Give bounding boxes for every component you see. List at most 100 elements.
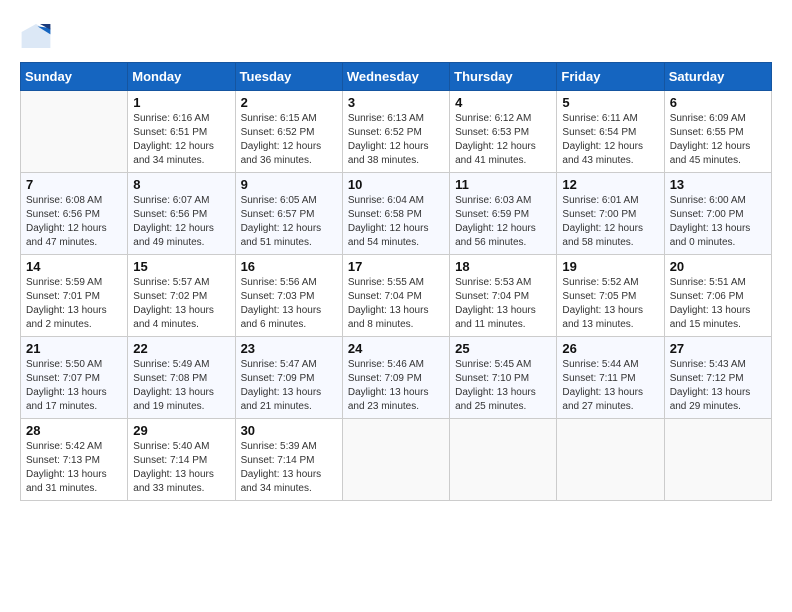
day-number: 14 <box>26 259 122 274</box>
calendar-day-cell: 21 Sunrise: 5:50 AM Sunset: 7:07 PM Dayli… <box>21 337 128 419</box>
day-number: 1 <box>133 95 229 110</box>
calendar-table: SundayMondayTuesdayWednesdayThursdayFrid… <box>20 62 772 501</box>
day-info: Sunrise: 5:53 AM Sunset: 7:04 PM Dayligh… <box>455 276 551 332</box>
day-number: 28 <box>26 423 122 438</box>
day-number: 3 <box>348 95 444 110</box>
day-number: 30 <box>241 423 337 438</box>
calendar-day-cell: 26 Sunrise: 5:44 AM Sunset: 7:11 PM Dayli… <box>557 337 664 419</box>
day-info: Sunrise: 5:57 AM Sunset: 7:02 PM Dayligh… <box>133 276 229 332</box>
day-number: 26 <box>562 341 658 356</box>
weekday-header: Tuesday <box>235 63 342 91</box>
day-number: 17 <box>348 259 444 274</box>
calendar-day-cell <box>21 91 128 173</box>
day-number: 22 <box>133 341 229 356</box>
calendar-day-cell: 22 Sunrise: 5:49 AM Sunset: 7:08 PM Dayli… <box>128 337 235 419</box>
day-number: 6 <box>670 95 766 110</box>
day-number: 23 <box>241 341 337 356</box>
day-info: Sunrise: 5:52 AM Sunset: 7:05 PM Dayligh… <box>562 276 658 332</box>
day-number: 15 <box>133 259 229 274</box>
calendar-day-cell: 4Sunrise: 6:12 AM Sunset: 6:53 PM Daylig… <box>450 91 557 173</box>
day-number: 9 <box>241 177 337 192</box>
page-header <box>20 20 772 52</box>
calendar-header-row: SundayMondayTuesdayWednesdayThursdayFrid… <box>21 63 772 91</box>
day-info: Sunrise: 5:40 AM Sunset: 7:14 PM Dayligh… <box>133 440 229 496</box>
day-info: Sunrise: 5:59 AM Sunset: 7:01 PM Dayligh… <box>26 276 122 332</box>
day-number: 24 <box>348 341 444 356</box>
day-number: 27 <box>670 341 766 356</box>
day-info: Sunrise: 6:16 AM Sunset: 6:51 PM Dayligh… <box>133 112 229 168</box>
calendar-day-cell: 5 Sunrise: 6:11 AM Sunset: 6:54 PM Daylig… <box>557 91 664 173</box>
calendar-day-cell: 3 Sunrise: 6:13 AM Sunset: 6:52 PM Daylig… <box>342 91 449 173</box>
calendar-day-cell: 20 Sunrise: 5:51 AM Sunset: 7:06 PM Dayli… <box>664 255 771 337</box>
day-number: 19 <box>562 259 658 274</box>
calendar-week-row: 1 Sunrise: 6:16 AM Sunset: 6:51 PM Daylig… <box>21 91 772 173</box>
calendar-day-cell: 9Sunrise: 6:05 AM Sunset: 6:57 PM Daylig… <box>235 173 342 255</box>
day-number: 18 <box>455 259 551 274</box>
day-info: Sunrise: 5:42 AM Sunset: 7:13 PM Dayligh… <box>26 440 122 496</box>
weekday-header: Monday <box>128 63 235 91</box>
day-number: 10 <box>348 177 444 192</box>
calendar-day-cell: 15 Sunrise: 5:57 AM Sunset: 7:02 PM Dayli… <box>128 255 235 337</box>
day-number: 20 <box>670 259 766 274</box>
calendar-day-cell: 11 Sunrise: 6:03 AM Sunset: 6:59 PM Dayli… <box>450 173 557 255</box>
calendar-day-cell: 17 Sunrise: 5:55 AM Sunset: 7:04 PM Dayli… <box>342 255 449 337</box>
calendar-week-row: 14 Sunrise: 5:59 AM Sunset: 7:01 PM Dayli… <box>21 255 772 337</box>
day-number: 16 <box>241 259 337 274</box>
calendar-day-cell: 29 Sunrise: 5:40 AM Sunset: 7:14 PM Dayli… <box>128 419 235 501</box>
calendar-day-cell: 13 Sunrise: 6:00 AM Sunset: 7:00 PM Dayli… <box>664 173 771 255</box>
day-info: Sunrise: 5:46 AM Sunset: 7:09 PM Dayligh… <box>348 358 444 414</box>
day-number: 29 <box>133 423 229 438</box>
calendar-day-cell <box>664 419 771 501</box>
calendar-day-cell: 28 Sunrise: 5:42 AM Sunset: 7:13 PM Dayli… <box>21 419 128 501</box>
day-number: 5 <box>562 95 658 110</box>
day-number: 12 <box>562 177 658 192</box>
day-info: Sunrise: 5:50 AM Sunset: 7:07 PM Dayligh… <box>26 358 122 414</box>
day-number: 8 <box>133 177 229 192</box>
day-info: Sunrise: 6:08 AM Sunset: 6:56 PM Dayligh… <box>26 194 122 250</box>
calendar-day-cell: 25 Sunrise: 5:45 AM Sunset: 7:10 PM Dayli… <box>450 337 557 419</box>
calendar-day-cell: 7 Sunrise: 6:08 AM Sunset: 6:56 PM Daylig… <box>21 173 128 255</box>
calendar-day-cell: 1 Sunrise: 6:16 AM Sunset: 6:51 PM Daylig… <box>128 91 235 173</box>
day-number: 21 <box>26 341 122 356</box>
calendar-week-row: 21 Sunrise: 5:50 AM Sunset: 7:07 PM Dayli… <box>21 337 772 419</box>
calendar-day-cell: 14 Sunrise: 5:59 AM Sunset: 7:01 PM Dayli… <box>21 255 128 337</box>
day-number: 25 <box>455 341 551 356</box>
calendar-week-row: 28 Sunrise: 5:42 AM Sunset: 7:13 PM Dayli… <box>21 419 772 501</box>
day-info: Sunrise: 5:43 AM Sunset: 7:12 PM Dayligh… <box>670 358 766 414</box>
calendar-day-cell <box>450 419 557 501</box>
weekday-header: Friday <box>557 63 664 91</box>
day-info: Sunrise: 5:49 AM Sunset: 7:08 PM Dayligh… <box>133 358 229 414</box>
day-info: Sunrise: 6:15 AM Sunset: 6:52 PM Dayligh… <box>241 112 337 168</box>
calendar-week-row: 7 Sunrise: 6:08 AM Sunset: 6:56 PM Daylig… <box>21 173 772 255</box>
calendar-day-cell: 8Sunrise: 6:07 AM Sunset: 6:56 PM Daylig… <box>128 173 235 255</box>
calendar-day-cell: 6Sunrise: 6:09 AM Sunset: 6:55 PM Daylig… <box>664 91 771 173</box>
day-info: Sunrise: 5:51 AM Sunset: 7:06 PM Dayligh… <box>670 276 766 332</box>
calendar-day-cell: 24 Sunrise: 5:46 AM Sunset: 7:09 PM Dayli… <box>342 337 449 419</box>
weekday-header: Wednesday <box>342 63 449 91</box>
weekday-header: Sunday <box>21 63 128 91</box>
day-info: Sunrise: 6:03 AM Sunset: 6:59 PM Dayligh… <box>455 194 551 250</box>
day-info: Sunrise: 5:55 AM Sunset: 7:04 PM Dayligh… <box>348 276 444 332</box>
day-info: Sunrise: 6:11 AM Sunset: 6:54 PM Dayligh… <box>562 112 658 168</box>
day-number: 11 <box>455 177 551 192</box>
weekday-header: Thursday <box>450 63 557 91</box>
day-info: Sunrise: 6:01 AM Sunset: 7:00 PM Dayligh… <box>562 194 658 250</box>
day-number: 7 <box>26 177 122 192</box>
day-info: Sunrise: 6:13 AM Sunset: 6:52 PM Dayligh… <box>348 112 444 168</box>
calendar-day-cell: 12 Sunrise: 6:01 AM Sunset: 7:00 PM Dayli… <box>557 173 664 255</box>
day-info: Sunrise: 5:56 AM Sunset: 7:03 PM Dayligh… <box>241 276 337 332</box>
day-info: Sunrise: 6:00 AM Sunset: 7:00 PM Dayligh… <box>670 194 766 250</box>
day-info: Sunrise: 5:39 AM Sunset: 7:14 PM Dayligh… <box>241 440 337 496</box>
calendar-day-cell: 19 Sunrise: 5:52 AM Sunset: 7:05 PM Dayli… <box>557 255 664 337</box>
calendar-day-cell: 30 Sunrise: 5:39 AM Sunset: 7:14 PM Dayli… <box>235 419 342 501</box>
day-info: Sunrise: 5:45 AM Sunset: 7:10 PM Dayligh… <box>455 358 551 414</box>
day-info: Sunrise: 5:44 AM Sunset: 7:11 PM Dayligh… <box>562 358 658 414</box>
day-number: 2 <box>241 95 337 110</box>
calendar-day-cell: 27 Sunrise: 5:43 AM Sunset: 7:12 PM Dayli… <box>664 337 771 419</box>
calendar-day-cell: 18 Sunrise: 5:53 AM Sunset: 7:04 PM Dayli… <box>450 255 557 337</box>
logo-icon <box>20 20 52 52</box>
calendar-day-cell <box>342 419 449 501</box>
day-number: 13 <box>670 177 766 192</box>
calendar-day-cell: 23Sunrise: 5:47 AM Sunset: 7:09 PM Dayli… <box>235 337 342 419</box>
day-info: Sunrise: 6:04 AM Sunset: 6:58 PM Dayligh… <box>348 194 444 250</box>
